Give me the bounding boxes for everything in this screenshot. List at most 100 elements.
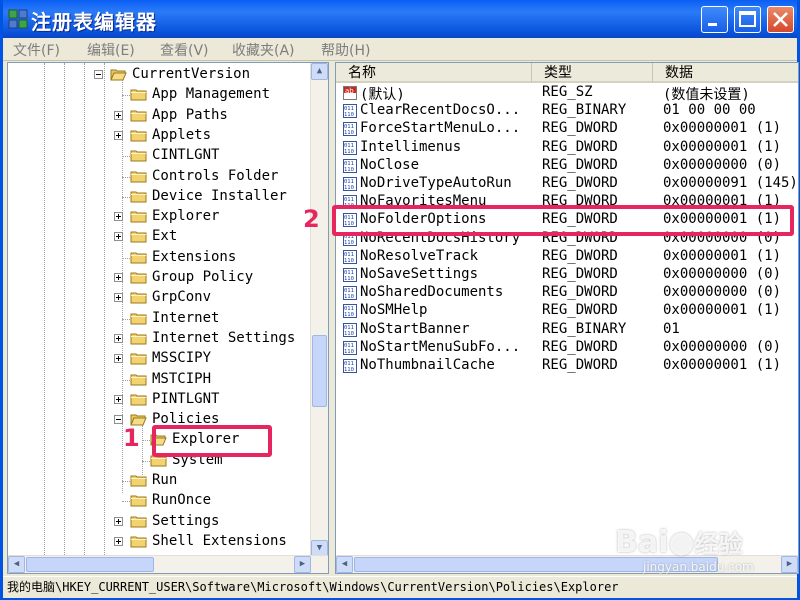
table-row[interactable]: 011 110 NoDriveTypeAutoRun REG_DWORD 0x00000… xyxy=(336,175,798,193)
value-name: NoStartMenuSubFo... xyxy=(360,338,521,355)
tree-item-label: Controls Folder xyxy=(152,167,279,184)
svg-text:110: 110 xyxy=(344,294,354,300)
expand-plus-icon[interactable] xyxy=(114,333,123,343)
menu-edit[interactable]: 编辑(E) xyxy=(87,40,135,60)
svg-text:110: 110 xyxy=(344,185,354,191)
values-list-pane[interactable]: 名称 类型 数据 ab (默认) REG_SZ (数值未设置) 011 110 ClearR… xyxy=(335,62,799,574)
table-row[interactable]: 011 110 NoSharedDocuments REG_DWORD 0x000000… xyxy=(336,284,798,302)
value-name: NoSharedDocuments xyxy=(360,284,504,301)
expand-plus-icon[interactable] xyxy=(114,110,123,120)
table-row[interactable]: 011 110 Intellimenus REG_DWORD 0x00000001 (1… xyxy=(336,138,798,157)
scroll-up-icon[interactable]: ▲ xyxy=(311,63,328,80)
expand-plus-icon[interactable] xyxy=(114,232,123,242)
maximize-button[interactable] xyxy=(734,6,761,33)
table-row[interactable]: 011 110 NoSaveSettings REG_DWORD 0x00000000 … xyxy=(336,266,798,284)
folder-icon xyxy=(130,291,147,304)
tree-guide-line xyxy=(84,63,85,557)
menu-file[interactable]: 文件(F) xyxy=(13,40,60,60)
folder-icon xyxy=(130,88,147,101)
tree-connector xyxy=(122,257,130,259)
binary-value-icon: 011110 xyxy=(343,322,357,337)
table-row[interactable]: 011 110 NoThumbnailCache REG_DWORD 0x0000000… xyxy=(336,357,798,375)
column-header-type[interactable]: 类型 xyxy=(532,63,653,83)
value-type: REG_DWORD xyxy=(542,266,618,282)
table-row[interactable]: ab (默认) REG_SZ (数值未设置) xyxy=(336,84,798,103)
binary-value-icon: 011110 xyxy=(343,286,357,301)
value-data: 0x00000000 (0) xyxy=(663,266,782,282)
table-row[interactable]: 011 110 ClearRecentDocsO... REG_BINARY 01 00… xyxy=(336,102,798,120)
tree-item-label: PINTLGNT xyxy=(152,390,220,407)
collapse-minus-icon[interactable] xyxy=(94,70,103,79)
scroll-left-icon[interactable]: ◀ xyxy=(8,556,25,573)
highlight-box-explorer-key xyxy=(152,425,272,457)
folder-icon xyxy=(130,535,147,548)
tree-item-label: CurrentVersion xyxy=(132,66,251,82)
value-data: 0x00000000 (0) xyxy=(663,338,782,355)
value-type: REG_DWORD xyxy=(542,302,618,319)
tree-scroll-thumb[interactable] xyxy=(312,335,327,407)
binary-value-icon: 011110 xyxy=(343,177,357,191)
tree-item-label: Settings xyxy=(152,512,220,529)
expand-plus-icon[interactable] xyxy=(114,354,123,364)
menu-view[interactable]: 查看(V) xyxy=(160,40,209,60)
table-row[interactable]: 011 110 NoStartMenuSubFo... REG_DWORD 0x0000… xyxy=(336,338,798,357)
folder-icon xyxy=(130,494,147,507)
annotation-number-1: 1 xyxy=(123,424,140,452)
tree-item-label: App Management xyxy=(152,86,271,103)
scroll-right-icon[interactable]: ▶ xyxy=(294,556,311,573)
tree-guide-line xyxy=(142,425,143,475)
expand-plus-icon[interactable] xyxy=(114,516,123,526)
scroll-left-icon[interactable]: ◀ xyxy=(336,556,353,573)
status-bar: 我的电脑\HKEY_CURRENT_USER\Software\Microsof… xyxy=(3,576,797,598)
value-data: 0x00000091 (145) xyxy=(663,175,798,191)
expand-plus-icon[interactable] xyxy=(114,536,123,546)
table-row[interactable]: 011 110 NoResolveTrack REG_DWORD 0x00000001 … xyxy=(336,247,798,266)
svg-text:110: 110 xyxy=(344,167,354,173)
tree-item-label: Shell Extensions xyxy=(152,532,287,549)
minimize-button[interactable] xyxy=(701,6,728,33)
binary-value-icon: 011110 xyxy=(343,140,357,155)
tree-item-label: Applets xyxy=(152,126,212,143)
expand-plus-icon[interactable] xyxy=(114,293,123,303)
tree-item-label: Internet xyxy=(152,309,220,326)
value-name: NoClose xyxy=(360,156,420,173)
tree-guide-line xyxy=(104,63,105,557)
column-header-name[interactable]: 名称 xyxy=(336,63,532,83)
binary-value-icon: 011110 xyxy=(343,359,357,373)
close-button[interactable] xyxy=(767,6,794,33)
tree-hscroll-thumb[interactable] xyxy=(26,557,154,572)
table-row[interactable]: 011 110 NoClose REG_DWORD 0x00000000 (0) xyxy=(336,156,798,175)
highlight-box-nofolderoptions xyxy=(332,205,794,236)
title-bar[interactable]: 注册表编辑器 xyxy=(3,0,797,38)
scroll-right-icon[interactable]: ▶ xyxy=(781,556,798,573)
expand-plus-icon[interactable] xyxy=(114,212,123,222)
binary-value-icon: 011110 xyxy=(343,158,357,173)
value-type: REG_DWORD xyxy=(542,247,618,264)
table-row[interactable]: 011 110 ForceStartMenuLo... REG_DWORD 0x0000… xyxy=(336,120,798,138)
registry-tree-pane[interactable]: CurrentVersion App Management App Paths App… xyxy=(7,62,329,574)
expand-plus-icon[interactable] xyxy=(114,130,123,140)
table-row[interactable]: 011 110 NoSMHelp REG_DWORD 0x00000001 (1) xyxy=(336,302,798,320)
tree-vertical-scrollbar[interactable]: ▲ ▼ xyxy=(310,63,328,557)
watermark-brand: Bai xyxy=(615,525,669,560)
menu-favorites[interactable]: 收藏夹(A) xyxy=(232,40,295,60)
table-row[interactable]: 011 110 NoStartBanner REG_BINARY 01 xyxy=(336,321,798,339)
collapse-minus-icon[interactable] xyxy=(114,415,123,425)
tree-connector xyxy=(142,460,150,462)
tree-item-label: Internet Settings xyxy=(152,329,296,346)
menu-help[interactable]: 帮助(H) xyxy=(321,40,370,60)
binary-value-icon: 011110 xyxy=(343,340,357,355)
svg-text:110: 110 xyxy=(344,276,354,282)
value-type: REG_DWORD xyxy=(542,338,618,355)
value-type: REG_DWORD xyxy=(542,138,618,155)
value-type: REG_DWORD xyxy=(542,357,618,373)
tree-item-label: App Paths xyxy=(152,106,228,123)
folder-icon xyxy=(130,515,147,528)
value-data: 01 00 00 00 xyxy=(663,102,756,119)
tree-horizontal-scrollbar[interactable]: ◀ ▶ xyxy=(8,555,328,573)
expand-plus-icon[interactable] xyxy=(114,394,123,404)
svg-text:110: 110 xyxy=(344,331,354,337)
expand-plus-icon[interactable] xyxy=(114,273,123,282)
column-header-data[interactable]: 数据 xyxy=(653,63,798,83)
tree-item-label: MSTCIPH xyxy=(152,370,212,387)
